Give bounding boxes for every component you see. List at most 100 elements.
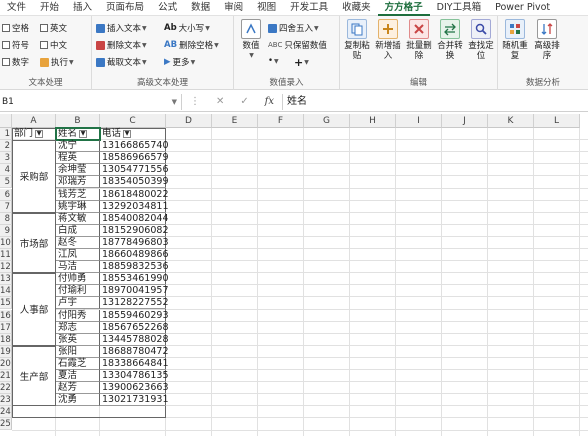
row-header[interactable]: 16 [0, 309, 12, 322]
chevron-down-icon[interactable]: ▼ [172, 94, 177, 110]
tab-diy-toolbox[interactable]: DIY工具箱 [430, 0, 488, 16]
row-header[interactable]: 2 [0, 140, 12, 153]
dot-button[interactable]: • ▼ [268, 56, 279, 66]
delete-text-button[interactable]: 删除文本 ▼ [96, 39, 147, 51]
name-cell[interactable]: 付帅勇 [56, 273, 100, 286]
column-header[interactable]: J [442, 114, 488, 128]
row-header[interactable]: 17 [0, 321, 12, 334]
row-header[interactable]: 15 [0, 297, 12, 310]
tab-favorites[interactable]: 收藏夹 [335, 0, 378, 16]
phone-cell[interactable]: 18152906082 [100, 225, 169, 237]
spreadsheet-grid[interactable]: A B C D E F G H I J K L 1 2 3 4 5 6 7 8 9 10 11 12 13 14 15 16 17 18 1… [0, 114, 588, 436]
phone-cell[interactable]: 18586966579 [100, 152, 169, 165]
row-header[interactable]: 8 [0, 212, 12, 225]
check-chinese[interactable]: 中文 [40, 39, 67, 51]
name-cell[interactable]: 白成 [56, 224, 100, 237]
more-options-icon[interactable]: ⋮ [190, 96, 200, 107]
tab-power-pivot[interactable]: Power Pivot [488, 0, 557, 16]
random-repeat-button[interactable]: 随机重复 [500, 19, 530, 61]
phone-cell[interactable]: 13021731931 [100, 394, 169, 407]
phone-cell[interactable]: 18553461990 [100, 273, 169, 286]
row-header[interactable]: 4 [0, 164, 12, 177]
phone-cell[interactable]: 13166865740 [100, 140, 169, 153]
phone-cell[interactable]: 18688780472 [100, 346, 169, 358]
new-insert-button[interactable]: 新增插入 [373, 19, 403, 61]
filter-dropdown-icon[interactable]: ▼ [35, 129, 44, 138]
phone-cell[interactable]: 18778496803 [100, 237, 169, 249]
tab-page-layout[interactable]: 页面布局 [99, 0, 151, 16]
check-space[interactable]: 空格 [2, 22, 29, 34]
phone-cell[interactable]: 18859832536 [100, 261, 169, 274]
phone-cell[interactable]: 18559460293 [100, 310, 169, 322]
column-header[interactable]: B [56, 114, 100, 128]
check-english[interactable]: 英文 [40, 22, 67, 34]
merge-convert-button[interactable]: 合并转换 [435, 19, 465, 61]
execute-button[interactable]: 执行 ▼ [40, 56, 74, 68]
phone-cell[interactable]: 13304786135 [100, 370, 169, 382]
number-button[interactable]: 数值 ▼ [236, 19, 266, 61]
plus-button[interactable]: + ▼ [294, 56, 309, 69]
cancel-icon[interactable]: ✕ [216, 96, 224, 107]
name-cell[interactable]: 付阳秀 [56, 309, 100, 322]
department-cell[interactable]: 市场部 [12, 212, 56, 274]
row-header[interactable]: 5 [0, 176, 12, 189]
name-cell[interactable]: 钱芳芝 [56, 188, 100, 201]
copy-paste-button[interactable]: 复制粘贴 [342, 19, 372, 61]
more-button[interactable]: ▶ 更多 ▼ [164, 56, 195, 68]
filter-dropdown-icon[interactable]: ▼ [123, 129, 132, 138]
insert-text-button[interactable]: 插入文本 ▼ [96, 22, 147, 34]
department-cell[interactable]: 生产部 [12, 345, 56, 407]
phone-cell[interactable]: 18338664841 [100, 358, 169, 370]
name-cell[interactable]: 张阳 [56, 345, 100, 358]
phone-cell[interactable]: 18567652268 [100, 322, 169, 334]
phone-cell[interactable]: 13054771556 [100, 164, 169, 177]
column-header[interactable]: G [304, 114, 350, 128]
phone-cell[interactable]: 18970041957 [100, 285, 169, 298]
insert-function-icon[interactable]: fx [265, 96, 274, 107]
name-cell[interactable]: 马洁 [56, 261, 100, 274]
row-header[interactable]: 13 [0, 273, 12, 286]
phone-cell[interactable]: 13128227552 [100, 297, 169, 310]
name-cell[interactable]: 邓瑞芳 [56, 176, 100, 189]
extract-text-button[interactable]: 截取文本 ▼ [96, 56, 147, 68]
name-cell[interactable]: 夏洁 [56, 370, 100, 382]
header-cell-phone[interactable]: 电话 ▼ [100, 128, 166, 140]
tab-ffcell[interactable]: 方方格子 [377, 0, 430, 16]
name-cell[interactable]: 郑志 [56, 321, 100, 334]
row-header[interactable]: 24 [0, 406, 12, 419]
row-header[interactable]: 6 [0, 188, 12, 201]
name-cell[interactable]: 程英 [56, 152, 100, 165]
column-header[interactable]: E [212, 114, 258, 128]
find-locate-button[interactable]: 查找定位 [466, 19, 496, 61]
row-header[interactable]: 12 [0, 261, 12, 274]
round-button[interactable]: 四舍五入 ▼ [268, 22, 319, 34]
row-header[interactable]: 10 [0, 236, 12, 249]
keep-values-button[interactable]: ABC 只保留数值 [268, 39, 327, 51]
tab-data[interactable]: 数据 [184, 0, 217, 16]
column-header[interactable]: D [166, 114, 212, 128]
select-all-corner[interactable] [0, 114, 12, 128]
phone-cell[interactable]: 13292034811 [100, 201, 169, 213]
row-header[interactable]: 9 [0, 224, 12, 237]
row-header[interactable]: 23 [0, 394, 12, 407]
row-header[interactable]: 14 [0, 285, 12, 298]
batch-delete-button[interactable]: 批量删除 [404, 19, 434, 61]
tab-developer[interactable]: 开发工具 [283, 0, 335, 16]
tab-home[interactable]: 开始 [33, 0, 66, 16]
name-cell[interactable]: 卢宇 [56, 297, 100, 310]
delete-space-button[interactable]: AB 删除空格 ▼ [164, 39, 219, 51]
name-cell[interactable]: 赵冬 [56, 236, 100, 249]
row-header[interactable]: 21 [0, 370, 12, 382]
name-cell[interactable]: 沈宁 [56, 140, 100, 153]
column-header[interactable]: I [396, 114, 442, 128]
phone-cell[interactable]: 18354050399 [100, 176, 169, 189]
header-cell-name[interactable]: 姓名 ▼ [55, 127, 101, 141]
column-header[interactable]: H [350, 114, 396, 128]
name-cell[interactable]: 蒋文敏 [56, 212, 100, 225]
phone-cell[interactable]: 18540082044 [100, 213, 169, 225]
name-cell[interactable]: 付瑜利 [56, 285, 100, 298]
row-header[interactable]: 19 [0, 345, 12, 358]
filter-dropdown-icon[interactable]: ▼ [79, 129, 88, 138]
department-cell[interactable]: 采购部 [12, 140, 56, 213]
name-cell[interactable]: 姚宇琳 [56, 200, 100, 213]
